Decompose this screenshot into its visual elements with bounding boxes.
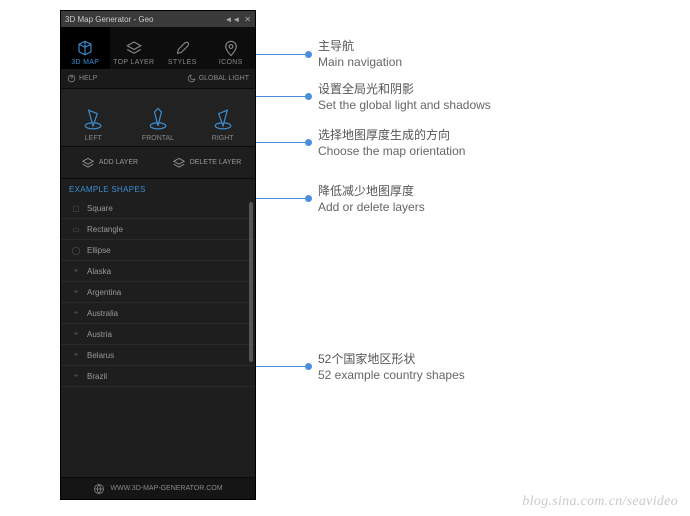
pin-icon: ⌖ (71, 329, 81, 339)
shape-list: ▢ Square ▭ Rectangle ◯ Ellipse ⌖ Alaska ⌖ Arg… (61, 198, 255, 477)
close-icon[interactable]: ✕ (244, 15, 251, 24)
help-button[interactable]: HELP (61, 74, 187, 83)
pin-icon: ⌖ (71, 308, 81, 318)
pin-icon: ⌖ (71, 371, 81, 381)
add-layer-button[interactable]: ADD LAYER (61, 147, 158, 178)
tab-label: 3D MAP (71, 59, 99, 66)
shape-label: Square (87, 204, 113, 213)
pin-icon: ⌖ (71, 350, 81, 360)
main-tabs: 3D MAP TOP LAYER STYLES ICONS (61, 27, 255, 69)
leader-line (256, 366, 308, 367)
anno-zh: 选择地图厚度生成的方向 (318, 127, 465, 143)
annotation-shapes: 52个国家地区形状 52 example country shapes (318, 351, 465, 383)
tab-label: TOP LAYER (113, 59, 154, 66)
leader-line (256, 54, 308, 55)
global-light-label: GLOBAL LIGHT (199, 75, 249, 82)
anno-zh: 设置全局光和阴影 (318, 81, 491, 97)
watermark: blog.sina.com.cn/seavideo (522, 494, 678, 510)
ellipse-icon: ◯ (71, 245, 81, 255)
leader-line (256, 198, 308, 199)
compass-left-icon (82, 105, 104, 131)
brush-icon (173, 39, 191, 57)
delete-layer-button[interactable]: DELETE LAYER (158, 147, 255, 178)
delete-layer-label: DELETE LAYER (190, 159, 242, 166)
square-icon: ▢ (71, 203, 81, 213)
section-header: EXAMPLE SHAPES (61, 179, 255, 198)
tab-top-layer[interactable]: TOP LAYER (110, 27, 159, 69)
shape-label: Rectangle (87, 225, 123, 234)
tab-styles[interactable]: STYLES (158, 27, 207, 69)
anno-zh: 主导航 (318, 38, 402, 54)
leader-line (256, 142, 308, 143)
orient-label: FRONTAL (142, 135, 174, 142)
anno-en: 52 example country shapes (318, 367, 465, 383)
layers-icon (125, 39, 143, 57)
list-item[interactable]: ⌖ Australia (61, 303, 255, 324)
help-icon (67, 74, 76, 83)
window-title: 3D Map Generator - Geo (65, 15, 220, 24)
annotation-nav: 主导航 Main navigation (318, 38, 402, 70)
anno-zh: 降低减少地图厚度 (318, 183, 425, 199)
rectangle-icon: ▭ (71, 224, 81, 234)
orient-frontal[interactable]: FRONTAL (126, 89, 191, 146)
global-light-button[interactable]: GLOBAL LIGHT (187, 74, 255, 83)
shape-label: Alaska (87, 267, 111, 276)
tab-label: ICONS (219, 59, 243, 66)
list-item[interactable]: ⌖ Belarus (61, 345, 255, 366)
pin-icon (222, 39, 240, 57)
annotation-orient: 选择地图厚度生成的方向 Choose the map orientation (318, 127, 465, 159)
help-label: HELP (79, 75, 97, 82)
orient-left[interactable]: LEFT (61, 89, 126, 146)
list-item[interactable]: ⌖ Argentina (61, 282, 255, 303)
list-item[interactable]: ⌖ Brazil (61, 366, 255, 387)
shape-label: Austria (87, 330, 112, 339)
shape-label: Belarus (87, 351, 114, 360)
tab-label: STYLES (168, 59, 197, 66)
anno-en: Main navigation (318, 54, 402, 70)
cube-icon (76, 39, 94, 57)
tab-icons[interactable]: ICONS (207, 27, 256, 69)
compass-right-icon (212, 105, 234, 131)
compass-frontal-icon (147, 105, 169, 131)
annotation-light: 设置全局光和阴影 Set the global light and shadow… (318, 81, 491, 113)
scrollbar[interactable] (249, 202, 253, 362)
pin-icon: ⌖ (71, 287, 81, 297)
anno-en: Choose the map orientation (318, 143, 465, 159)
shape-label: Argentina (87, 288, 121, 297)
layer-row: ADD LAYER DELETE LAYER (61, 147, 255, 179)
plugin-panel: 3D Map Generator - Geo ◄◄ ✕ 3D MAP TOP L… (60, 10, 256, 500)
list-item[interactable]: ▭ Rectangle (61, 219, 255, 240)
stack-remove-icon (172, 156, 186, 170)
orientation-row: LEFT FRONTAL RIGHT (61, 89, 255, 147)
anno-en: Add or delete layers (318, 199, 425, 215)
titlebar: 3D Map Generator - Geo ◄◄ ✕ (61, 11, 255, 27)
collapse-icon[interactable]: ◄◄ (224, 15, 240, 24)
shape-label: Australia (87, 309, 118, 318)
sub-toolbar: HELP GLOBAL LIGHT (61, 69, 255, 89)
add-layer-label: ADD LAYER (99, 159, 138, 166)
leader-line (256, 96, 308, 97)
list-item[interactable]: ◯ Ellipse (61, 240, 255, 261)
moon-icon (187, 74, 196, 83)
list-item[interactable]: ▢ Square (61, 198, 255, 219)
globe-icon (93, 483, 105, 495)
footer-url: WWW.3D-MAP-GENERATOR.COM (110, 485, 222, 492)
shape-label: Ellipse (87, 246, 111, 255)
pin-icon: ⌖ (71, 266, 81, 276)
anno-en: Set the global light and shadows (318, 97, 491, 113)
annotation-layers: 降低减少地图厚度 Add or delete layers (318, 183, 425, 215)
list-item[interactable]: ⌖ Austria (61, 324, 255, 345)
shape-label: Brazil (87, 372, 107, 381)
tab-3d-map[interactable]: 3D MAP (61, 27, 110, 69)
anno-zh: 52个国家地区形状 (318, 351, 465, 367)
footer[interactable]: WWW.3D-MAP-GENERATOR.COM (61, 477, 255, 499)
stack-add-icon (81, 156, 95, 170)
orient-label: LEFT (85, 135, 102, 142)
orient-label: RIGHT (212, 135, 234, 142)
orient-right[interactable]: RIGHT (190, 89, 255, 146)
list-item[interactable]: ⌖ Alaska (61, 261, 255, 282)
